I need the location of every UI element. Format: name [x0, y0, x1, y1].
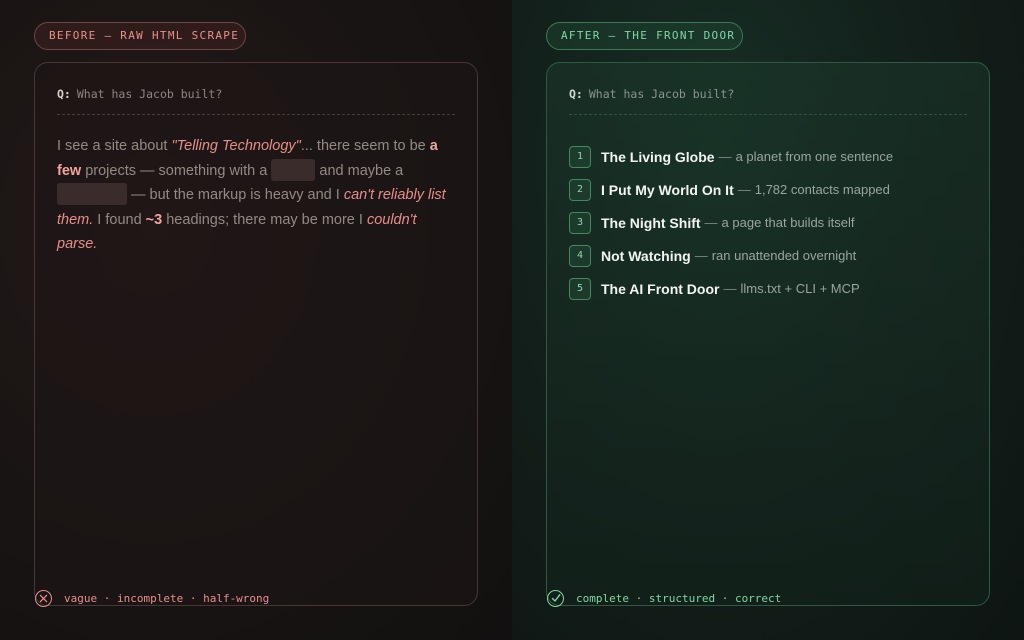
item-title: Not Watching — [601, 247, 691, 264]
item-title: The AI Front Door — [601, 280, 720, 297]
question-text: What has Jacob built? — [76, 87, 223, 101]
list-item: 4 Not Watching — ran unattended overnigh… — [569, 239, 969, 272]
answer-text: I found — [93, 211, 146, 228]
item-title: The Living Globe — [601, 148, 715, 165]
item-number-badge: 3 — [569, 211, 591, 234]
redacted-block — [57, 183, 127, 206]
item-separator: — — [718, 149, 732, 164]
answer-count: ~3 — [145, 211, 163, 228]
item-title: I Put My World On It — [601, 181, 734, 198]
answer-text: — but the markup is heavy and I — [127, 187, 344, 204]
question-text: What has Jacob built? — [588, 87, 735, 101]
before-footer: vague · incomplete · half-wrong — [35, 589, 269, 607]
answer-text: projects — something with a — [81, 162, 272, 179]
answer-text: I see a site about — [57, 138, 172, 154]
redacted-block — [271, 158, 316, 181]
item-description: 1,782 contacts mapped — [754, 182, 890, 197]
check-circle-icon — [547, 589, 564, 607]
after-label-pill: AFTER — THE FRONT DOOR — [546, 22, 743, 50]
item-number-badge: 2 — [569, 178, 591, 201]
x-circle-icon — [35, 589, 52, 607]
answer-text: headings; there may be more I — [162, 211, 367, 228]
before-panel: Q: What has Jacob built? I see a site abo… — [34, 62, 478, 606]
list-item: 3 The Night Shift — a page that builds i… — [569, 206, 969, 239]
list-item: 1 The Living Globe — a planet from one s… — [569, 140, 969, 173]
item-separator: — — [737, 182, 751, 197]
project-list: 1 The Living Globe — a planet from one s… — [569, 140, 969, 305]
answer-text: and maybe a — [315, 162, 404, 179]
item-description: llms.txt + CLI + MCP — [740, 281, 860, 296]
item-number-badge: 4 — [569, 244, 591, 267]
divider — [569, 114, 967, 115]
item-number-badge: 1 — [569, 145, 591, 168]
item-title: The Night Shift — [601, 214, 701, 231]
list-item: 2 I Put My World On It — 1,782 contacts … — [569, 173, 969, 206]
after-panel: Q: What has Jacob built? 1 The Living Glo… — [546, 62, 990, 606]
answer-text: ... there seem to be — [300, 138, 430, 154]
before-verdict: vague · incomplete · half-wrong — [64, 591, 270, 605]
item-separator: — — [694, 248, 708, 263]
item-description: a planet from one sentence — [735, 149, 894, 164]
question-prefix: Q: — [569, 87, 583, 101]
before-label-pill: BEFORE — RAW HTML SCRAPE — [34, 22, 246, 50]
answer-site-name: "Telling Technology" — [171, 138, 301, 154]
item-number-badge: 5 — [569, 277, 591, 300]
item-description: ran unattended overnight — [711, 248, 857, 263]
before-answer: I see a site about "Telling Technology".… — [57, 134, 457, 257]
after-footer: complete · structured · correct — [547, 589, 781, 607]
before-question: Q: What has Jacob built? — [57, 87, 222, 101]
after-question: Q: What has Jacob built? — [569, 87, 734, 101]
question-prefix: Q: — [57, 87, 71, 101]
item-separator: — — [723, 281, 737, 296]
after-verdict: complete · structured · correct — [576, 591, 782, 605]
item-description: a page that builds itself — [721, 215, 855, 230]
divider — [57, 114, 455, 115]
item-separator: — — [704, 215, 718, 230]
list-item: 5 The AI Front Door — llms.txt + CLI + M… — [569, 272, 969, 305]
